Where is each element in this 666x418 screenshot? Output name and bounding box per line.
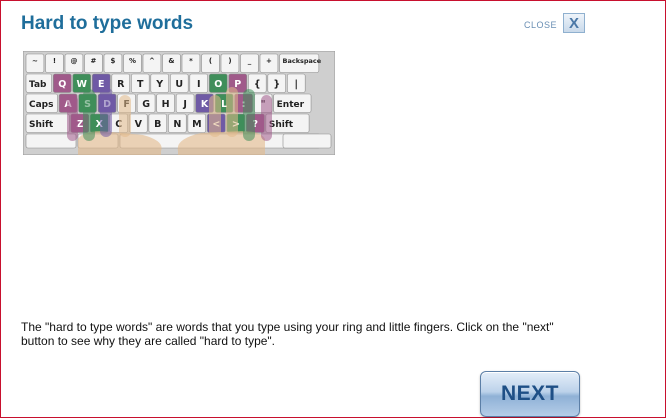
finger (119, 95, 131, 137)
key-label: * (189, 57, 193, 65)
key-label: W (77, 79, 88, 90)
finger (226, 87, 238, 137)
key-label: Q (58, 79, 66, 90)
key-label: Backspace (283, 57, 322, 65)
key-label: # (91, 57, 97, 65)
key-label: _ (248, 57, 252, 65)
key-label: ) (228, 57, 231, 65)
key-label: G (142, 99, 150, 110)
key-label: R (117, 79, 125, 90)
close-button[interactable]: CLOSE X (524, 13, 586, 33)
finger (83, 89, 95, 141)
key-label: $ (111, 57, 116, 65)
key-label: Y (155, 79, 163, 90)
lesson-panel: Hard to type words CLOSE X ~! @ # $% ^ & * () _ +… (0, 0, 666, 418)
key-label: Caps (29, 100, 53, 110)
close-label: CLOSE (524, 20, 558, 30)
close-icon: X (563, 13, 586, 33)
key-label: ( (209, 57, 212, 65)
key-label: M (192, 119, 201, 130)
finger (100, 87, 112, 137)
keyboard-illustration: ~! @ # $% ^ & *() _ + BackspaceTab Q W E R T Y U I O P{} |Ca… (23, 51, 335, 155)
key-label: Enter (277, 100, 305, 110)
key-label: I (197, 79, 201, 90)
key-label: V (135, 119, 143, 130)
key-label: { (254, 79, 261, 90)
next-label: NEXT (500, 382, 559, 405)
bottom-key (282, 133, 332, 149)
finger (67, 95, 78, 141)
key-label: Shift (29, 120, 54, 130)
key-label: J (182, 99, 187, 110)
page-title: Hard to type words (21, 13, 194, 34)
next-button[interactable]: NEXT (480, 371, 580, 417)
key-label: H (162, 99, 170, 110)
key-label: Shift (269, 120, 294, 130)
instruction-text: The "hard to type words" are words that … (21, 320, 554, 348)
key-label: + (266, 57, 272, 65)
key-label: } (273, 79, 280, 90)
key-label: B (154, 119, 161, 130)
finger (243, 89, 255, 141)
key-label: @ (70, 57, 77, 65)
key-label: % (129, 57, 136, 65)
key-label: U (175, 79, 183, 90)
key-label: O (214, 79, 222, 90)
key-label: K (201, 99, 209, 110)
key-label: ^ (149, 57, 155, 65)
finger (209, 95, 221, 137)
key-label: ~ (32, 57, 38, 65)
finger (261, 95, 272, 141)
key-label: ! (53, 57, 56, 65)
key-label: N (173, 119, 181, 130)
key-label: | (295, 79, 298, 90)
key-label: Tab (29, 80, 47, 90)
key-label: & (168, 57, 174, 65)
key-label: T (137, 79, 144, 90)
